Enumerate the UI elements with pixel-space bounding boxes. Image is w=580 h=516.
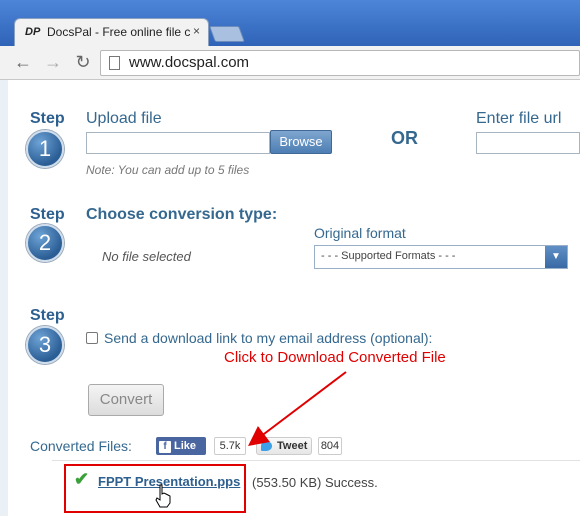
original-format-label: Original format: [314, 225, 406, 241]
upload-file-input[interactable]: [86, 132, 270, 154]
no-file-selected-text: No file selected: [102, 249, 191, 264]
page-icon: [109, 56, 120, 70]
step-3-label: Step: [30, 307, 65, 324]
page-background: Step 1 Upload file Browse Note: You can …: [0, 80, 580, 516]
or-label: OR: [391, 128, 418, 148]
facebook-icon: f: [159, 441, 171, 453]
conversion-type-heading: Choose conversion type:: [86, 206, 278, 223]
email-link-checkbox[interactable]: [86, 332, 98, 344]
browser-toolbar: ← → ↻ www.docspal.com: [0, 46, 580, 80]
chevron-down-icon[interactable]: ▼: [545, 246, 567, 268]
tweet-count-bubble: 804: [318, 437, 342, 455]
browse-button[interactable]: Browse: [270, 130, 332, 154]
hand-cursor-icon: [155, 484, 171, 508]
step-1-circle: 1: [26, 130, 64, 168]
convert-button[interactable]: Convert: [88, 384, 164, 416]
docspal-favicon-icon: DP: [25, 26, 41, 38]
original-format-select[interactable]: - - - Supported Formats - - - ▼: [314, 245, 568, 269]
forward-arrow-icon[interactable]: →: [42, 52, 64, 73]
step-3-circle: 3: [26, 326, 64, 364]
tab-title: DocsPal - Free online file c: [47, 25, 191, 39]
page-content: Step 1 Upload file Browse Note: You can …: [8, 80, 580, 516]
browser-tab[interactable]: DP DocsPal - Free online file c ×: [14, 18, 209, 46]
download-annotation-text: Click to Download Converted File: [224, 349, 446, 366]
upload-note: Note: You can add up to 5 files: [86, 163, 250, 177]
like-count-bubble: 5.7k: [214, 437, 246, 455]
step-2-circle: 2: [26, 224, 64, 262]
step-2-label: Step: [30, 206, 65, 223]
tweet-label: Tweet: [277, 440, 308, 452]
back-arrow-icon[interactable]: ←: [12, 52, 34, 73]
facebook-like-button[interactable]: f Like: [156, 437, 206, 455]
like-label: Like: [174, 440, 197, 452]
converted-files-label: Converted Files:: [30, 438, 132, 454]
new-tab-button[interactable]: [209, 26, 245, 42]
converted-file-status: (553.50 KB) Success.: [252, 475, 378, 490]
file-url-label: Enter file url: [476, 110, 562, 127]
tweet-button[interactable]: Tweet: [256, 437, 312, 455]
reload-icon[interactable]: ↻: [72, 52, 94, 73]
twitter-bird-icon: [261, 441, 272, 451]
format-select-value: - - - Supported Formats - - -: [321, 250, 456, 262]
url-text[interactable]: www.docspal.com: [129, 54, 249, 71]
browser-tab-bar: DP DocsPal - Free online file c ×: [0, 0, 580, 46]
file-url-input[interactable]: [476, 132, 580, 154]
upload-file-label: Upload file: [86, 110, 162, 127]
email-link-label[interactable]: Send a download link to my email address…: [104, 330, 432, 346]
close-tab-icon[interactable]: ×: [193, 24, 200, 38]
step-1-label: Step: [30, 110, 65, 127]
address-bar[interactable]: www.docspal.com: [100, 50, 580, 76]
